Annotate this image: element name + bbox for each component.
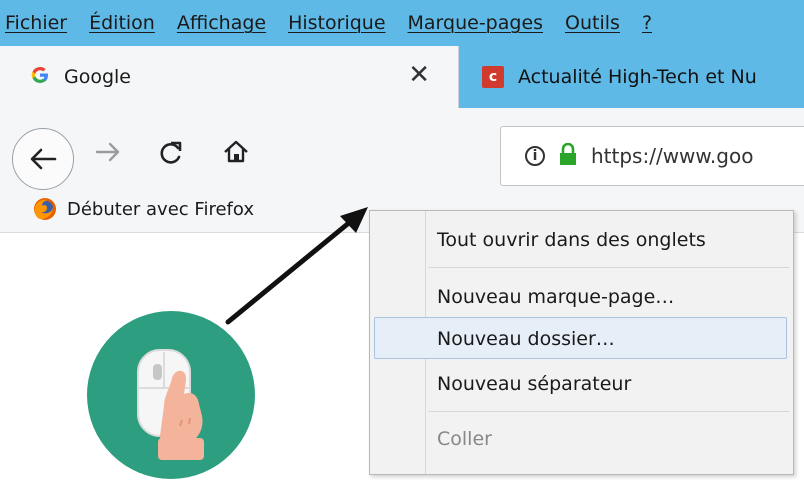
right-click-illustration bbox=[86, 310, 256, 480]
